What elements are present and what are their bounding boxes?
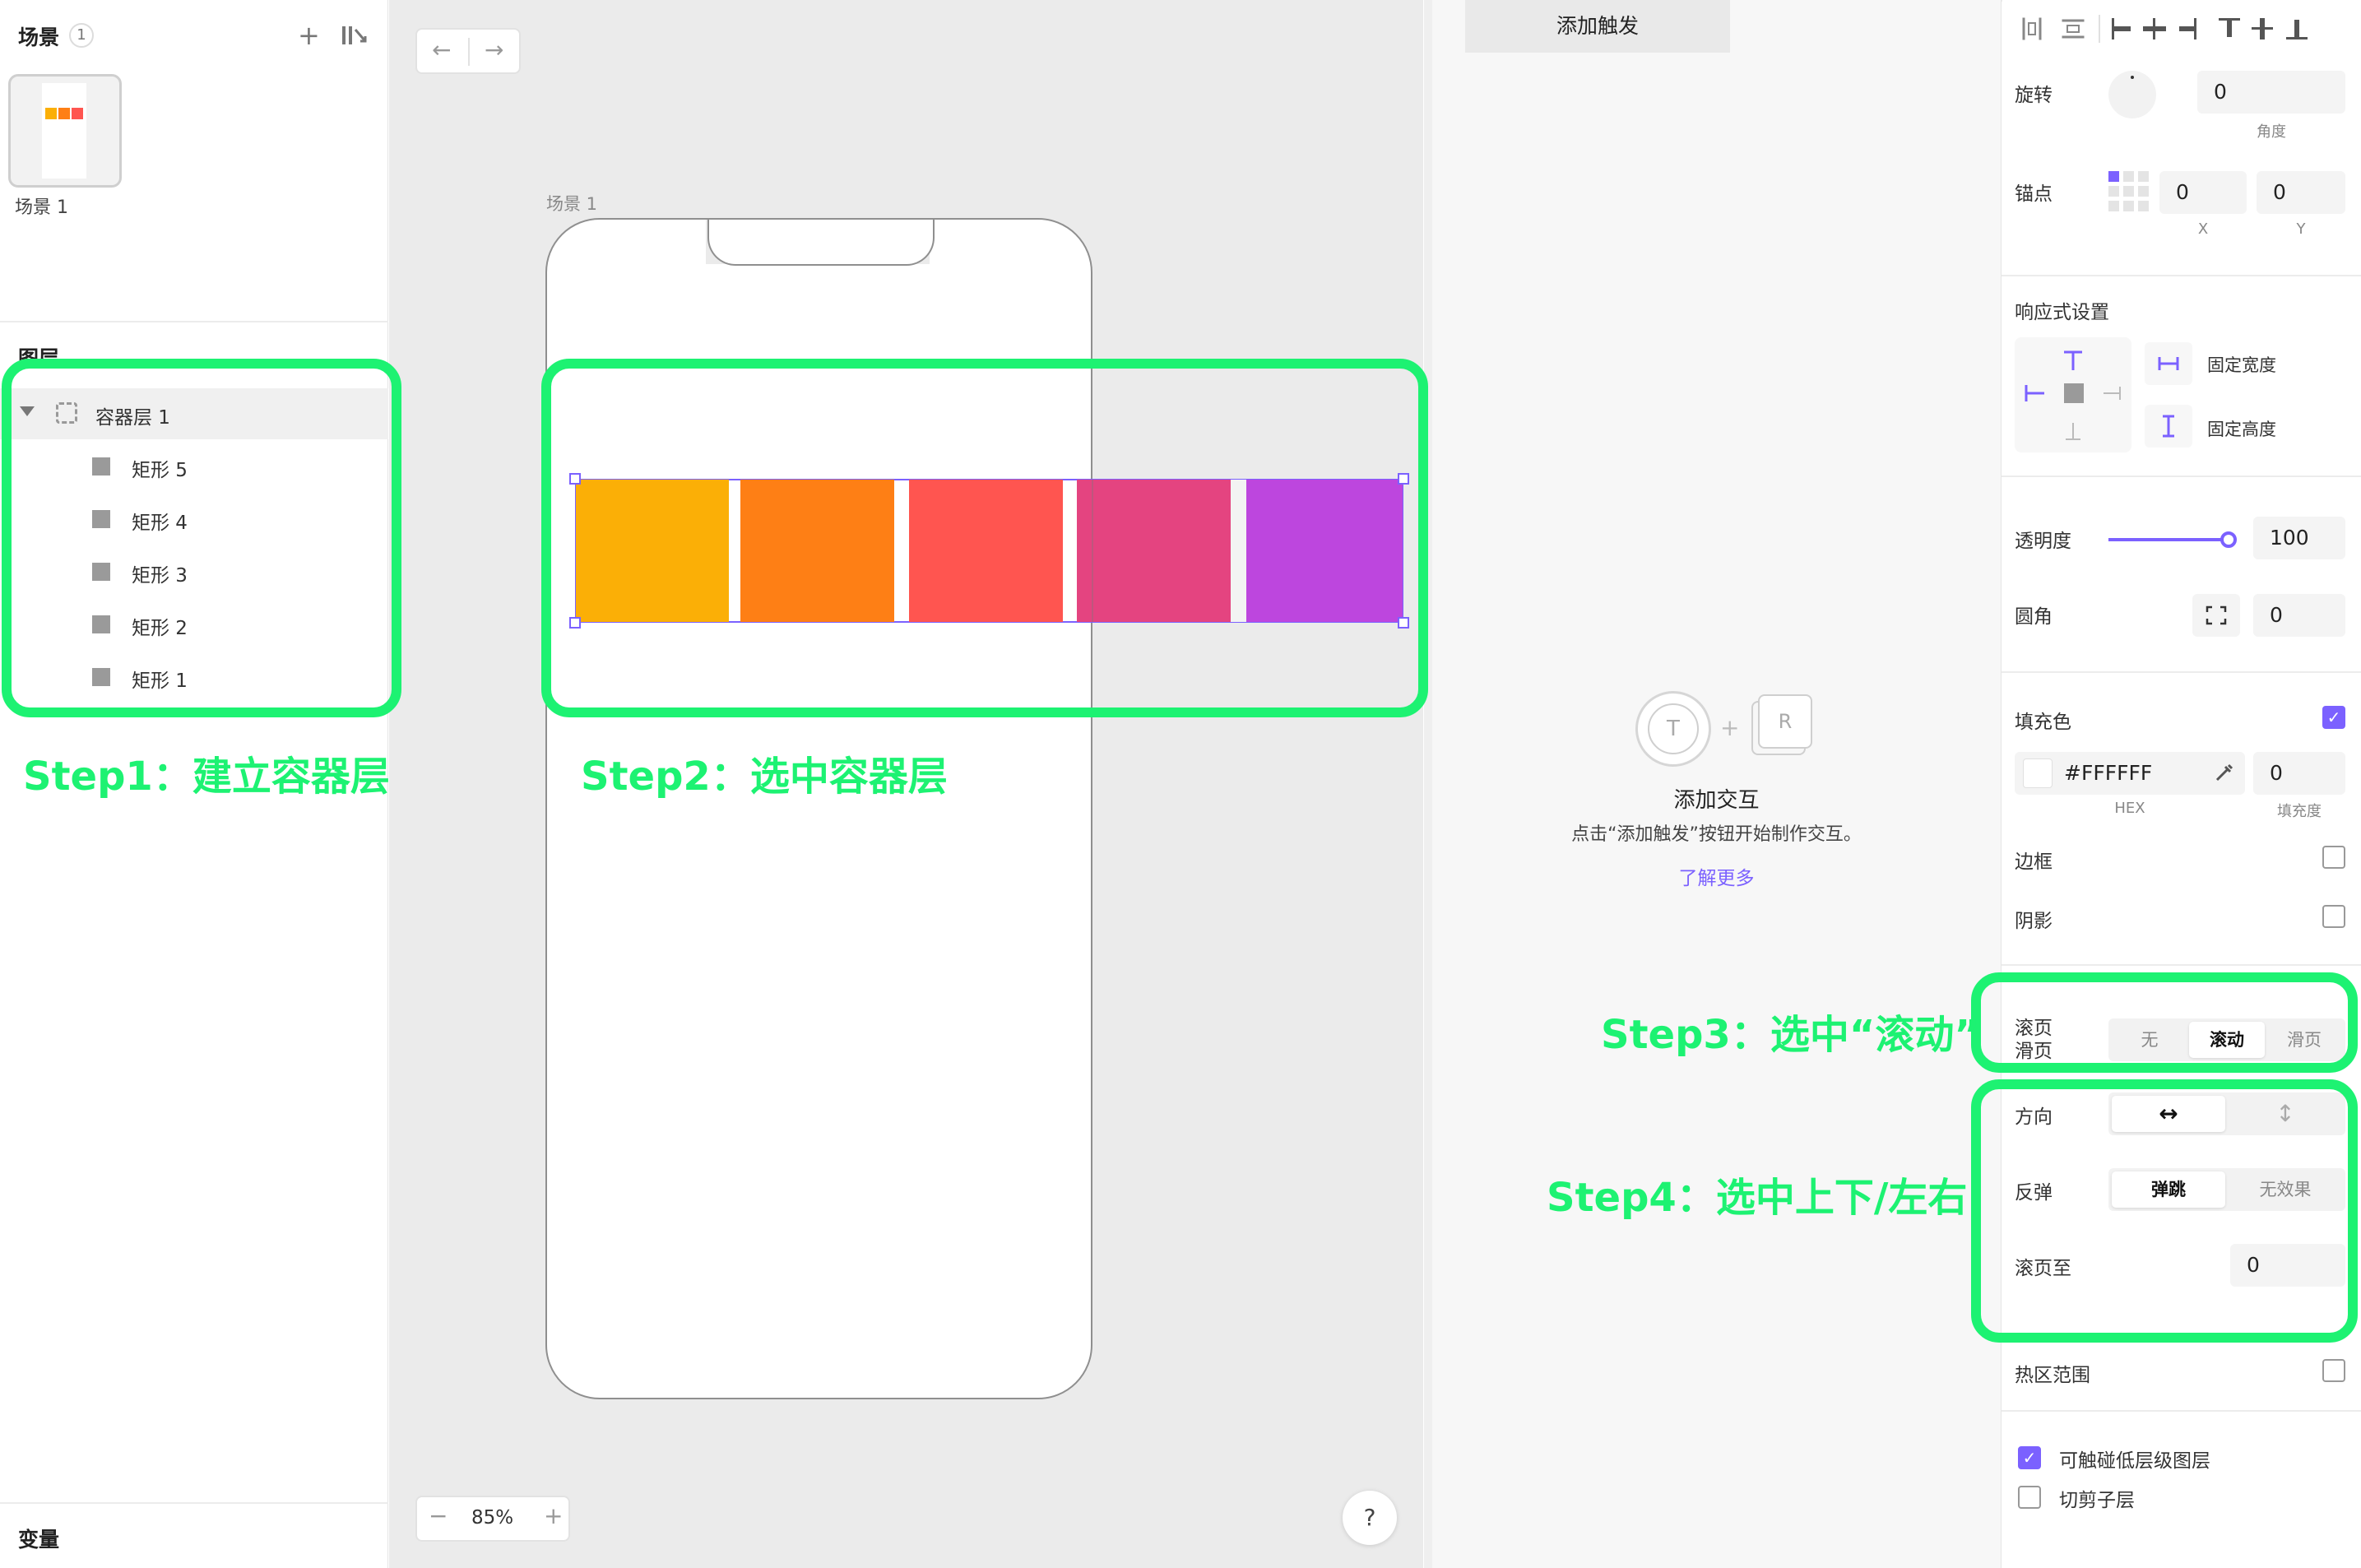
plus-icon: + [1720, 714, 1740, 741]
fill-color-swatch[interactable] [2023, 758, 2053, 788]
artboard-label: 场景 1 [546, 194, 598, 214]
rotation-unit: 角度 [2257, 123, 2286, 141]
hotzone-checkbox[interactable] [2322, 1359, 2345, 1382]
scene-thumbnail[interactable] [8, 74, 122, 188]
rotation-dial[interactable] [2108, 71, 2156, 118]
scene-view-icon[interactable] [341, 23, 369, 48]
zoom-level[interactable]: 85% [471, 1507, 513, 1529]
annotation-box-scroll-mode [1971, 972, 2358, 1073]
responsive-constraints-widget[interactable] [2015, 337, 2131, 452]
clip-children-label: 切剪子层 [2059, 1490, 2135, 1511]
corner-radius-input[interactable]: 0 [2253, 594, 2345, 637]
opacity-label: 透明度 [2015, 531, 2071, 552]
opacity-slider-track[interactable] [2108, 531, 2237, 548]
distribute-horizontal-icon [2022, 17, 2042, 40]
add-scene-icon[interactable]: + [298, 20, 320, 51]
fill-label: 填充色 [2015, 712, 2071, 733]
scene-thumbnail-screen [42, 83, 86, 179]
annotation-box-layers [2, 359, 401, 717]
scenes-title: 场景 [18, 26, 60, 49]
border-checkbox[interactable] [2322, 846, 2345, 869]
fill-amount-input[interactable]: 0 [2253, 752, 2345, 795]
clip-children-checkbox[interactable] [2018, 1486, 2041, 1509]
variables-title: 变量 [18, 1528, 60, 1552]
response-badge-icon: R [1758, 694, 1812, 749]
zoom-control: − 85% + [415, 1496, 570, 1542]
help-button[interactable]: ? [1343, 1491, 1397, 1545]
add-trigger-tab[interactable]: 添加触发 [1465, 0, 1730, 53]
shadow-label: 阴影 [2015, 911, 2053, 932]
hex-caption: HEX [2114, 800, 2145, 817]
annotation-box-canvas [541, 359, 1428, 717]
empty-state-title: 添加交互 [1673, 788, 1760, 813]
touch-lower-layers-checkbox[interactable]: ✓ [2018, 1446, 2041, 1469]
annotation-box-direction [1971, 1079, 2358, 1343]
anchor-grid-icon[interactable] [2108, 171, 2150, 212]
border-label: 边框 [2015, 851, 2053, 873]
opacity-input[interactable]: 100 [2253, 517, 2345, 559]
fill-checkbox[interactable]: ✓ [2322, 706, 2345, 729]
undo-arrow-icon[interactable]: ← [432, 36, 451, 63]
rotation-label: 旋转 [2015, 85, 2053, 106]
phone-notch [707, 220, 935, 266]
empty-state-description: 点击“添加触发”按钮开始制作交互。 [1571, 824, 1862, 845]
fixed-width-icon[interactable] [2145, 342, 2192, 385]
scene-thumbnail-label: 场景 1 [15, 197, 68, 218]
touch-lower-layers-label: 可触碰低层级图层 [2059, 1450, 2210, 1472]
fill-amount-caption: 填充度 [2277, 803, 2322, 820]
corner-radius-label: 圆角 [2015, 606, 2053, 628]
anchor-y-input[interactable]: 0 [2257, 171, 2345, 214]
annotation-step2: Step2：选中容器层 [581, 754, 948, 800]
trigger-badge-icon: T [1635, 691, 1711, 767]
learn-more-link[interactable]: 了解更多 [1432, 862, 2001, 890]
responsive-label: 响应式设置 [2015, 302, 2109, 323]
anchor-y-caption: Y [2296, 220, 2306, 238]
rotation-input[interactable]: 0 [2197, 71, 2345, 114]
alignment-toolbar [2021, 15, 2350, 43]
anchor-x-caption: X [2197, 220, 2209, 238]
zoom-in-button[interactable]: + [544, 1502, 563, 1529]
anchor-label: 锚点 [2015, 183, 2053, 205]
hotzone-label: 热区范围 [2015, 1365, 2090, 1386]
history-buttons: ← → [415, 28, 521, 74]
fixed-width-label: 固定宽度 [2207, 355, 2276, 375]
annotation-step4: Step4：选中上下/左右 [1547, 1175, 1968, 1221]
redo-arrow-icon[interactable]: → [485, 36, 503, 63]
scene-count-badge: 1 [69, 23, 94, 48]
fixed-height-icon[interactable] [2145, 405, 2192, 448]
anchor-x-input[interactable]: 0 [2159, 171, 2247, 214]
fixed-height-label: 固定高度 [2207, 420, 2276, 439]
opacity-slider-fill [2108, 538, 2229, 541]
annotation-step3: Step3：选中“滚动” [1601, 1012, 1980, 1058]
corner-radius-icon[interactable] [2192, 594, 2240, 637]
shadow-checkbox[interactable] [2322, 905, 2345, 928]
eyedropper-icon[interactable] [2212, 760, 2237, 785]
annotation-step1: Step1：建立容器层 [23, 754, 390, 800]
zoom-out-button[interactable]: − [429, 1502, 448, 1529]
interaction-panel: 添加触发 T + R 添加交互 点击“添加触发”按钮开始制作交互。 了解更多 [1424, 0, 2001, 1568]
opacity-slider-knob[interactable] [2220, 531, 2237, 548]
